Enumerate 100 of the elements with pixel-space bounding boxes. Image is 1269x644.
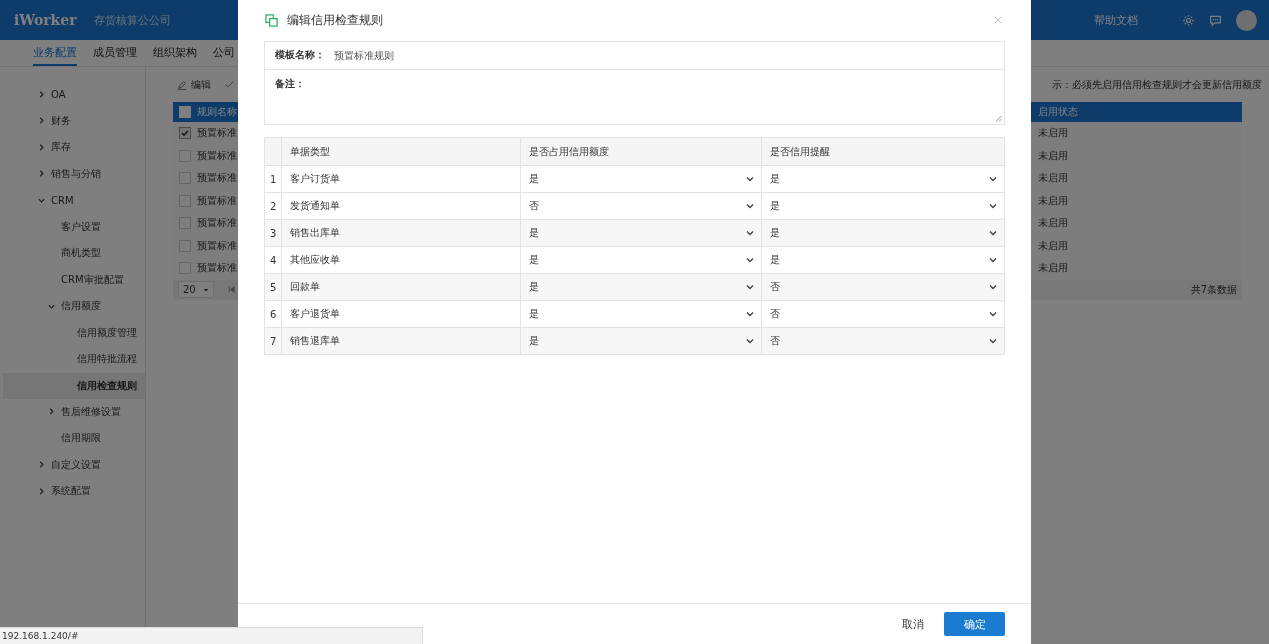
resize-handle-icon[interactable] [995,115,1002,122]
edit-button[interactable]: 编辑 [177,77,211,92]
chevron-down-icon [988,174,998,184]
nav-tab[interactable]: 公司 [213,41,235,66]
table-cell-text: 未启用 [1037,148,1069,163]
column-header: 单据类型 [281,137,521,166]
sidebar-item[interactable]: 信用期限 [3,425,145,452]
chevron-down-icon [745,174,756,184]
table-cell: 销售出库单 [281,219,521,247]
chevron-down-icon [988,228,998,238]
page-size-select[interactable]: 20 [178,281,214,298]
sidebar-item[interactable]: 信用额度 [3,293,145,320]
table-cell: 预置标准 [197,261,238,276]
copy-icon [265,13,278,27]
chevron-down-icon [988,282,998,292]
select-field[interactable]: 否 [762,274,1004,300]
hint-text: 示：必须先启用信用检查规则才会更新信用额度 [1052,77,1262,92]
table-cell: 发货通知单 [281,192,521,220]
select-field[interactable]: 是 [521,328,762,354]
remark-field[interactable]: 备注： [264,70,1005,125]
company-name: 存货核算公公司 [93,12,171,28]
table-cell: 预置标准 [197,126,238,141]
chevron-right-icon [37,116,46,126]
cancel-button[interactable]: 取消 [902,612,924,636]
select-field[interactable]: 是 [521,166,762,192]
avatar[interactable] [1236,9,1257,31]
chevron-right-icon [37,89,46,99]
checkbox[interactable] [179,217,191,230]
settings-icon[interactable] [1182,13,1195,27]
nav-tab[interactable]: 业务配置 [33,41,77,66]
sidebar-item[interactable]: 售后维修设置 [3,398,145,425]
table-cell-text: 未启用 [1037,216,1069,231]
status-bar: 192.168.1.240/# [0,627,423,644]
table-cell-text: 未启用 [1037,238,1069,253]
row-number: 4 [264,246,282,274]
sidebar-item[interactable]: 系统配置 [3,478,145,505]
sidebar-item[interactable]: 信用额度管理 [3,319,145,346]
chevron-down-icon [988,336,998,346]
chevron-down-icon [745,255,756,265]
column-header: 规则名称 [197,105,238,119]
sidebar-item[interactable]: 库存 [3,134,145,161]
sidebar-item[interactable]: 自定义设置 [3,451,145,478]
sidebar-item[interactable]: CRM审批配置 [3,266,145,293]
checkbox[interactable] [179,239,191,252]
select-field[interactable]: 是 [521,274,762,300]
checkbox[interactable] [179,127,191,140]
table-cell-text: 未启用 [1037,193,1069,208]
row-number: 3 [264,219,282,247]
select-field[interactable]: 是 [521,220,762,246]
chevron-right-icon [37,486,46,496]
sidebar-item[interactable]: 客户设置 [3,213,145,240]
help-link[interactable]: 帮助文档 [1094,12,1138,28]
row-number: 1 [264,165,282,193]
sidebar-item[interactable]: CRM [3,187,145,214]
sidebar-item[interactable]: 信用特批流程 [3,346,145,373]
chevron-down-icon [745,282,756,292]
confirm-button[interactable]: 确定 [944,612,1005,636]
sidebar-item[interactable]: OA [3,81,145,108]
sidebar-item[interactable]: 销售与分销 [3,160,145,187]
chevron-down-icon [988,255,998,265]
checkbox[interactable] [179,149,191,162]
select-field[interactable]: 否 [521,193,762,219]
select-field[interactable]: 否 [762,328,1004,354]
table-cell: 其他应收单 [281,246,521,274]
select-field[interactable]: 否 [762,301,1004,327]
sidebar-item[interactable]: 财务 [3,107,145,134]
select-field[interactable]: 是 [762,166,1004,192]
checkbox[interactable] [179,194,191,207]
first-page-icon[interactable] [228,286,235,293]
chevron-down-icon [988,309,998,319]
sidebar-item[interactable]: 商机类型 [3,240,145,267]
sidebar-item[interactable]: 信用检查规则 [3,372,145,399]
chevron-right-icon [37,169,46,179]
row-number: 6 [264,300,282,328]
nav-tab[interactable]: 组织架构 [153,41,197,66]
table-cell: 客户订货单 [281,165,521,193]
select-field[interactable]: 是 [762,247,1004,273]
select-field[interactable]: 是 [762,220,1004,246]
table-cell-text: 未启用 [1037,261,1069,276]
total-count: 共7条数据 [1190,282,1237,297]
chat-icon[interactable] [1209,13,1222,27]
column-header: 是否占用信用额度 [520,137,762,166]
pencil-icon [177,79,187,90]
checkbox[interactable] [179,172,191,185]
logo[interactable]: iWorker [14,12,77,28]
chevron-down-icon [745,336,756,346]
check-icon[interactable] [225,80,234,89]
nav-tab[interactable]: 成员管理 [93,41,137,66]
row-number: 5 [264,273,282,301]
row-number: 2 [264,192,282,220]
close-icon[interactable] [994,16,1002,24]
table-cell: 销售退库单 [281,327,521,355]
select-field[interactable]: 是 [521,247,762,273]
dialog-title: 编辑信用检查规则 [287,11,383,29]
table-cell: 客户退货单 [281,300,521,328]
chevron-down-icon [745,228,756,238]
row-number: 7 [264,327,282,355]
select-field[interactable]: 是 [521,301,762,327]
checkbox[interactable] [179,262,191,275]
select-field[interactable]: 是 [762,193,1004,219]
